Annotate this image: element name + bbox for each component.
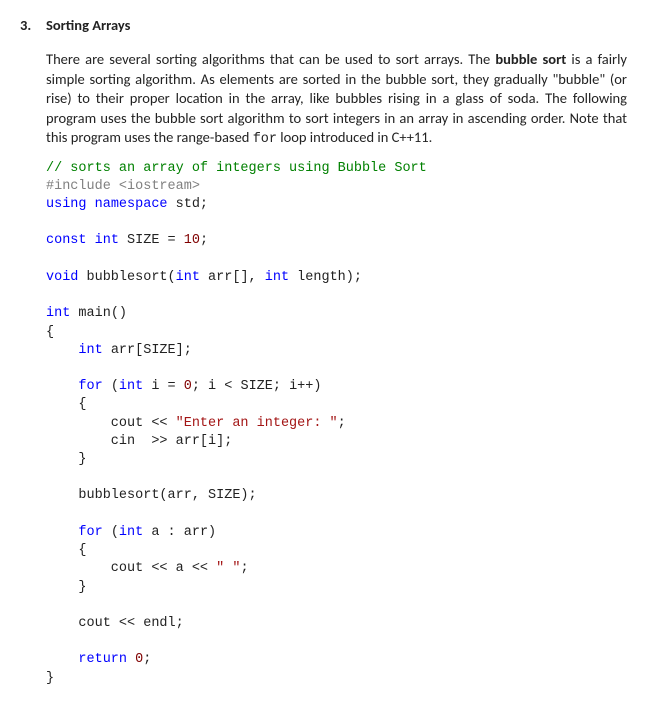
para-text-3: loop introduced in C++11.: [280, 128, 432, 146]
section-heading: 3. Sorting Arrays: [20, 16, 627, 36]
code-string-enter: "Enter an integer: ": [176, 416, 338, 431]
code-proto-2: arr[],: [200, 270, 265, 285]
code-call: bubblesort(arr, SIZE);: [46, 488, 257, 503]
code-cout-2: cout << a <<: [46, 561, 216, 576]
code-type-int: int: [46, 343, 103, 358]
section-title: Sorting Arrays: [46, 16, 130, 36]
code-kw-const: const: [46, 233, 87, 248]
code-for-open: (: [103, 525, 119, 540]
para-text-1: There are several sorting algorithms tha…: [46, 50, 490, 68]
code-for-range: a : arr): [143, 525, 216, 540]
code-semi: ;: [143, 652, 151, 667]
code-cout-1: cout <<: [46, 416, 176, 431]
code-proto-1: bubblesort(: [78, 270, 175, 285]
code-kw-void: void: [46, 270, 78, 285]
intro-paragraph: There are several sorting algorithms tha…: [46, 50, 627, 149]
code-cin: cin >> arr[i];: [46, 434, 232, 449]
code-type-int: int: [119, 379, 143, 394]
code-semi: ;: [240, 561, 248, 576]
code-std: std;: [168, 197, 209, 212]
code-num-0: 0: [127, 652, 143, 667]
code-type-int: int: [176, 270, 200, 285]
code-semi: ;: [200, 233, 208, 248]
code-num-0: 0: [184, 379, 192, 394]
code-string-space: " ": [216, 561, 240, 576]
inline-code-for: for: [253, 132, 277, 147]
code-brace: }: [46, 580, 87, 595]
code-proto-3: length);: [289, 270, 362, 285]
code-include: #include <iostream>: [46, 179, 200, 194]
code-num-10: 10: [184, 233, 200, 248]
code-type-int: int: [265, 270, 289, 285]
code-brace: {: [46, 397, 87, 412]
code-type-int: int: [87, 233, 119, 248]
code-block: // sorts an array of integers using Bubb…: [46, 160, 627, 688]
code-arr-decl: arr[SIZE];: [103, 343, 192, 358]
term-bubble-sort: bubble sort: [495, 50, 566, 68]
code-comment: // sorts an array of integers using Bubb…: [46, 161, 427, 176]
code-brace: }: [46, 671, 54, 686]
code-type-int: int: [46, 306, 70, 321]
code-cout-endl: cout << endl;: [46, 616, 184, 631]
code-size-decl: SIZE =: [119, 233, 184, 248]
code-main: main(): [70, 306, 127, 321]
code-brace: {: [46, 543, 87, 558]
code-for-rest: ; i < SIZE; i++): [192, 379, 322, 394]
code-for-init: i =: [143, 379, 184, 394]
code-for-open: (: [103, 379, 119, 394]
code-kw-namespace: namespace: [87, 197, 168, 212]
code-kw-using: using: [46, 197, 87, 212]
section-number: 3.: [20, 16, 46, 36]
code-kw-return: return: [46, 652, 127, 667]
code-kw-for: for: [46, 379, 103, 394]
code-semi: ;: [338, 416, 346, 431]
code-type-int: int: [119, 525, 143, 540]
code-kw-for: for: [46, 525, 103, 540]
code-brace: }: [46, 452, 87, 467]
code-brace: {: [46, 325, 54, 340]
